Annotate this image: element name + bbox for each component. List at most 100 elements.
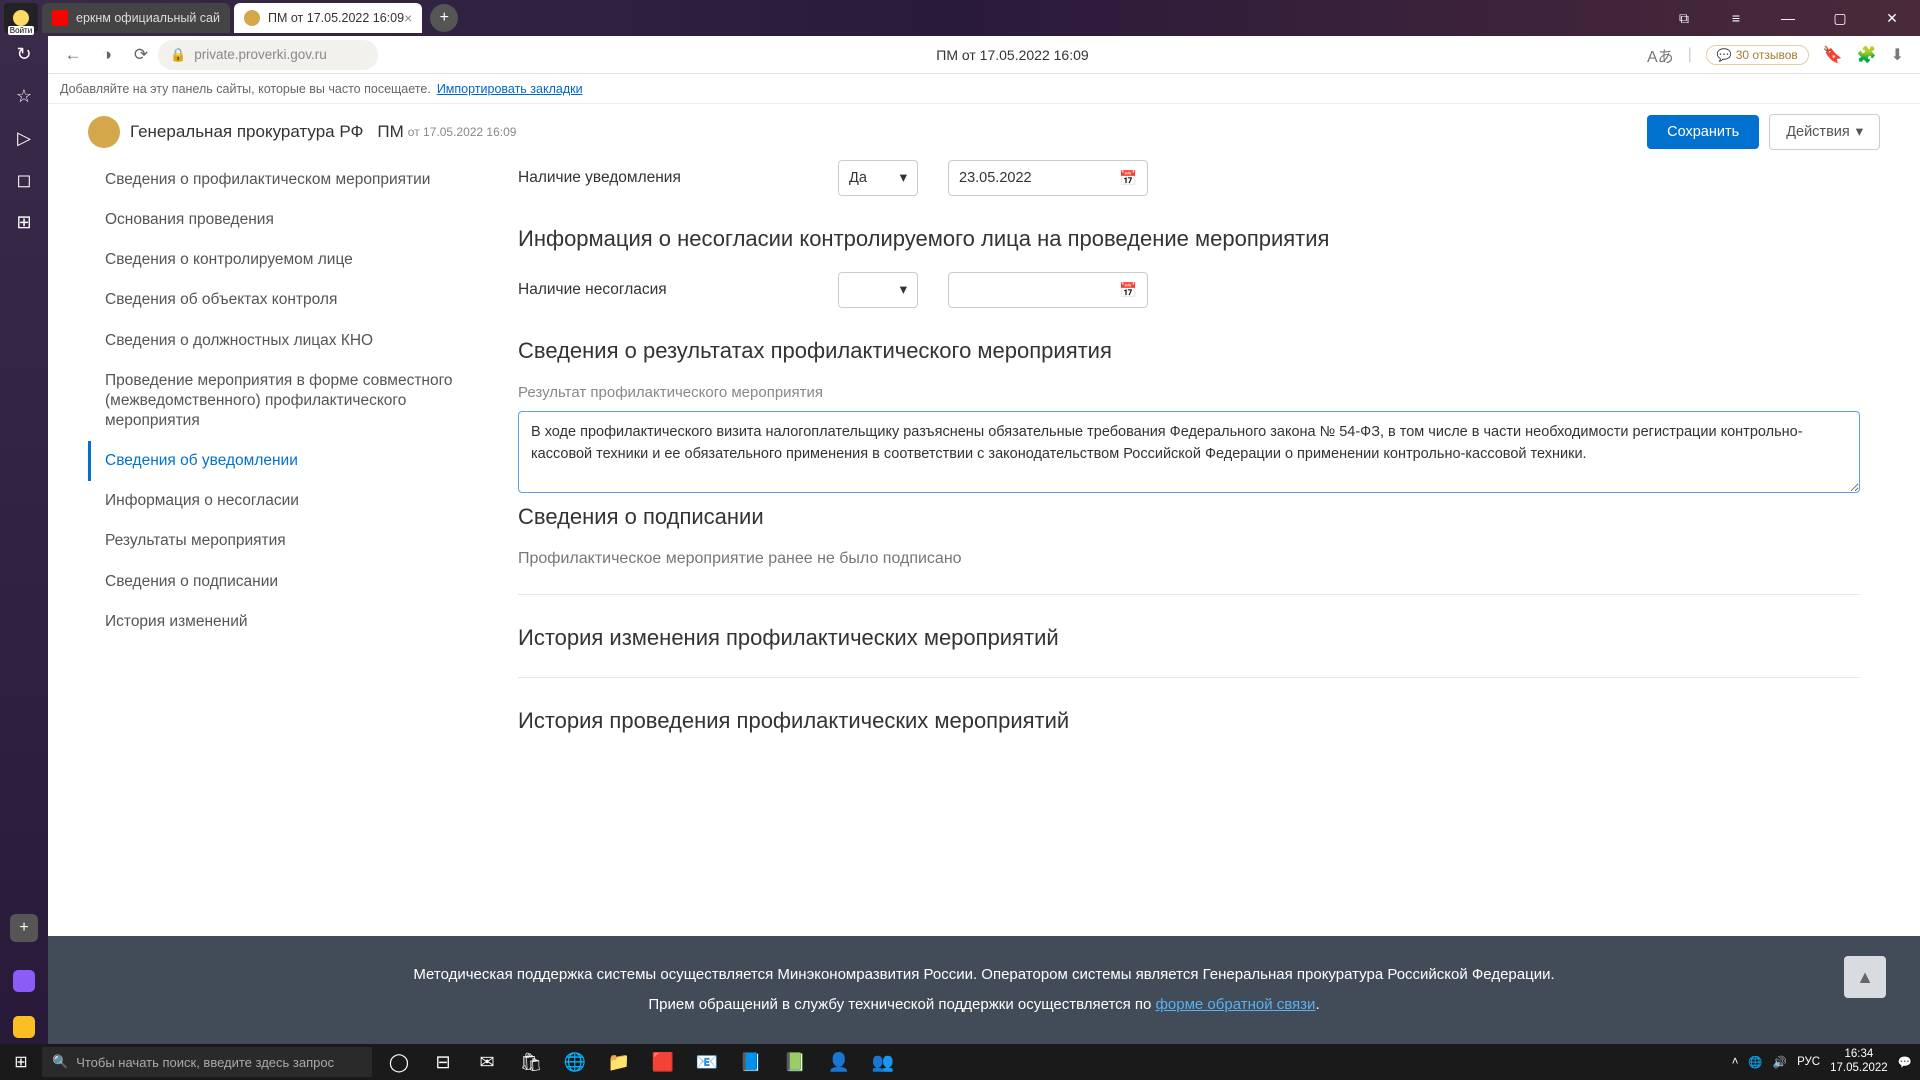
- network-icon[interactable]: 🌐: [1748, 1055, 1762, 1069]
- search-placeholder: Чтобы начать поиск, введите здесь запрос: [76, 1055, 334, 1070]
- close-tab-icon[interactable]: ×: [404, 10, 412, 26]
- result-textarea[interactable]: [518, 411, 1860, 493]
- sidebar-item[interactable]: Проведение мероприятия в форме совместно…: [88, 361, 488, 441]
- translate-icon[interactable]: Aあ: [1647, 43, 1674, 67]
- profile-button[interactable]: Войти: [4, 3, 38, 33]
- menu-icon[interactable]: ≡: [1720, 10, 1752, 27]
- mail-icon[interactable]: ✉: [466, 1044, 508, 1080]
- maximize-icon[interactable]: ▢: [1824, 10, 1856, 27]
- calendar-icon: 📅: [1119, 170, 1137, 187]
- sidebar-item[interactable]: Сведения об объектах контроля: [88, 280, 488, 320]
- sidebar-item[interactable]: Информация о несогласии: [88, 481, 488, 521]
- sidebar-item[interactable]: Сведения о должностных лицах КНО: [88, 321, 488, 361]
- lock-icon: 🔒: [170, 47, 186, 63]
- sidebar-item[interactable]: История изменений: [88, 602, 488, 642]
- outlook-icon[interactable]: 📧: [686, 1044, 728, 1080]
- emblem-icon: [88, 116, 120, 148]
- app2-icon[interactable]: 👤: [818, 1044, 860, 1080]
- yandex-favicon: [52, 10, 68, 26]
- browser-titlebar: Войти еркнм официальный сай ПМ от 17.05.…: [0, 0, 1920, 36]
- sidebar-item[interactable]: Основания проведения: [88, 200, 488, 240]
- date-text: 17.05.2022: [1830, 1062, 1888, 1076]
- download-icon[interactable]: ⬇: [1891, 45, 1904, 65]
- cortana-icon[interactable]: ◯: [378, 1044, 420, 1080]
- sidebar-item[interactable]: Сведения о профилактическом мероприятии: [88, 160, 488, 200]
- explorer-icon[interactable]: 📁: [598, 1044, 640, 1080]
- extensions-icon[interactable]: 🧩: [1857, 45, 1877, 65]
- divider: [518, 677, 1860, 678]
- site-favicon: [244, 10, 260, 26]
- feedback-link[interactable]: форме обратной связи: [1156, 996, 1316, 1013]
- import-bookmarks-link[interactable]: Импортировать закладки: [437, 82, 583, 96]
- result-sub-label: Результат профилактического мероприятия: [518, 384, 1860, 401]
- tray-chevron-icon[interactable]: ˄: [1732, 1056, 1739, 1068]
- page-footer: Методическая поддержка системы осуществл…: [48, 936, 1920, 1044]
- system-tray: ˄ 🌐 🔊 РУС 16:34 17.05.2022 💬: [1732, 1048, 1920, 1076]
- chat-icon[interactable]: ◻: [12, 168, 36, 192]
- browser-tab-active[interactable]: ПМ от 17.05.2022 16:09 ×: [234, 3, 422, 33]
- start-button[interactable]: ⊞: [0, 1052, 42, 1072]
- notification-date[interactable]: 23.05.2022 📅: [948, 160, 1148, 196]
- minimize-icon[interactable]: —: [1772, 10, 1804, 27]
- tab-label: ПМ от 17.05.2022 16:09: [268, 11, 404, 25]
- window-controls: ⧉ ≡ — ▢ ✕: [1668, 10, 1916, 27]
- bookmarks-bar: Добавляйте на эту панель сайты, которые …: [48, 74, 1920, 104]
- grid-icon[interactable]: ⊞: [12, 210, 36, 234]
- volume-icon[interactable]: 🔊: [1773, 1055, 1787, 1069]
- org-name: Генеральная прокуратура РФ: [130, 122, 363, 142]
- excel-icon[interactable]: 📗: [774, 1044, 816, 1080]
- date-value: 23.05.2022: [959, 170, 1032, 186]
- chevron-down-icon: ▾: [900, 282, 907, 298]
- reload-button[interactable]: ⟳: [124, 38, 158, 72]
- taskbar-search[interactable]: 🔍 Чтобы начать поиск, введите здесь запр…: [42, 1047, 372, 1077]
- store-icon[interactable]: 🛍: [510, 1044, 552, 1080]
- signing-status: Профилактическое мероприятие ранее не бы…: [518, 550, 1860, 568]
- teams-icon[interactable]: 👥: [862, 1044, 904, 1080]
- footer-line2-pre: Прием обращений в службу технической под…: [648, 996, 1155, 1013]
- browser-tab[interactable]: еркнм официальный сай: [42, 3, 230, 33]
- disagreement-select[interactable]: ▾: [838, 272, 918, 308]
- section-heading: Информация о несогласии контролируемого …: [518, 226, 1860, 252]
- profile-label: Войти: [8, 26, 34, 35]
- taskview-icon[interactable]: ⊟: [422, 1044, 464, 1080]
- reviews-text: 30 отзывов: [1736, 48, 1798, 62]
- favorites-icon[interactable]: ☆: [12, 84, 36, 108]
- reviews-chip[interactable]: 💬 30 отзывов: [1706, 45, 1809, 65]
- sidebar-item[interactable]: Сведения о контролируемом лице: [88, 240, 488, 280]
- clock[interactable]: 16:34 17.05.2022: [1830, 1048, 1888, 1076]
- app-icon[interactable]: 🟥: [642, 1044, 684, 1080]
- lang-indicator[interactable]: РУС: [1797, 1056, 1820, 1068]
- save-button[interactable]: Сохранить: [1647, 115, 1759, 149]
- calendar-icon: 📅: [1119, 282, 1137, 299]
- yandex-button[interactable]: ◑: [90, 38, 124, 72]
- pip-icon[interactable]: ⧉: [1668, 10, 1700, 27]
- url-bar: ← ◑ ⟳ 🔒 private.proverki.gov.ru ПМ от 17…: [48, 36, 1920, 74]
- new-tab-button[interactable]: +: [430, 4, 458, 32]
- side-app-2[interactable]: [13, 1016, 35, 1038]
- play-icon[interactable]: ▷: [12, 126, 36, 150]
- edge-icon[interactable]: 🌐: [554, 1044, 596, 1080]
- profile-icon: [13, 10, 29, 26]
- browser-side-panel: ↻ ☆ ▷ ◻ ⊞ +: [0, 36, 48, 1044]
- sidebar-item[interactable]: Сведения о подписании: [88, 562, 488, 602]
- notification-select[interactable]: Да ▾: [838, 160, 918, 196]
- bookmarks-hint: Добавляйте на эту панель сайты, которые …: [60, 82, 431, 96]
- actions-label: Действия: [1786, 124, 1850, 140]
- bookmark-icon[interactable]: 🔖: [1823, 45, 1843, 65]
- page-title-centered: ПМ от 17.05.2022 16:09: [378, 47, 1647, 63]
- actions-button[interactable]: Действия ▾: [1769, 114, 1880, 150]
- sidebar-item-active[interactable]: Сведения об уведомлении: [88, 441, 488, 481]
- notifications-icon[interactable]: 💬: [1898, 1055, 1912, 1069]
- section-heading: Сведения о результатах профилактического…: [518, 338, 1860, 364]
- back-button[interactable]: ←: [56, 38, 90, 72]
- word-icon[interactable]: 📘: [730, 1044, 772, 1080]
- search-icon: 🔍: [52, 1054, 68, 1070]
- add-side-button[interactable]: +: [10, 914, 38, 942]
- sidebar-item[interactable]: Результаты мероприятия: [88, 521, 488, 561]
- address-field[interactable]: 🔒 private.proverki.gov.ru: [158, 40, 378, 70]
- scroll-top-button[interactable]: ▲: [1844, 956, 1886, 998]
- close-window-icon[interactable]: ✕: [1876, 10, 1908, 27]
- history-icon[interactable]: ↻: [12, 42, 36, 66]
- disagreement-date[interactable]: 📅: [948, 272, 1148, 308]
- side-app-1[interactable]: [13, 970, 35, 992]
